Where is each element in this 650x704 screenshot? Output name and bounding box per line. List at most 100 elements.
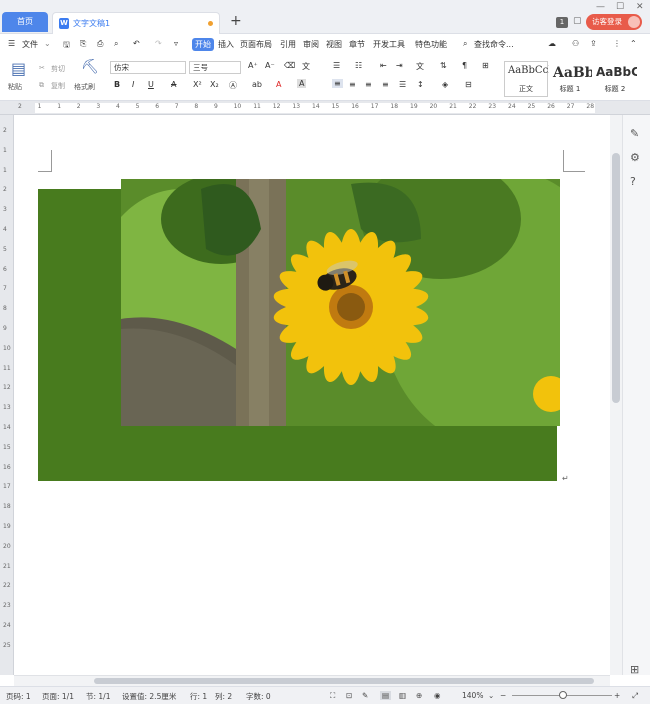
- italic-icon[interactable]: I: [132, 80, 134, 89]
- share-icon[interactable]: ⇪: [590, 39, 597, 48]
- menu-insert[interactable]: 插入: [218, 39, 234, 50]
- shrink-font-icon[interactable]: A⁻: [265, 61, 275, 70]
- char-shading-icon[interactable]: A: [297, 79, 307, 88]
- chevron-down-icon[interactable]: ⌄: [44, 39, 51, 48]
- menu-start[interactable]: 开始: [192, 38, 214, 51]
- more-options-icon[interactable]: ⋮: [613, 39, 621, 48]
- search-icon[interactable]: ⌕: [463, 39, 467, 49]
- undo-icon[interactable]: ↶: [133, 39, 140, 48]
- style-heading1[interactable]: AaBb 标题 1: [549, 61, 595, 97]
- page-view-icon[interactable]: ▤: [380, 691, 392, 700]
- font-name-select[interactable]: 仿宋: [110, 61, 186, 74]
- fullscreen-icon[interactable]: ⛶: [330, 691, 335, 701]
- decrease-indent-icon[interactable]: ⇤: [380, 61, 387, 70]
- redo-icon[interactable]: ↷: [155, 39, 162, 48]
- status-col[interactable]: 列: 2: [215, 691, 232, 702]
- table-icon[interactable]: ⊞: [482, 61, 489, 70]
- close-icon[interactable]: ✕: [636, 2, 644, 12]
- preview-icon[interactable]: ⌕: [114, 39, 118, 49]
- strikethrough-icon[interactable]: A: [171, 80, 176, 89]
- align-center-icon[interactable]: ≡: [349, 80, 356, 89]
- scissors-icon[interactable]: ✂: [39, 64, 45, 72]
- eye-icon[interactable]: ◉: [434, 691, 441, 700]
- align-right-icon[interactable]: ≡: [365, 80, 372, 89]
- increase-indent-icon[interactable]: ⇥: [396, 61, 403, 70]
- borders-icon[interactable]: ⊟: [465, 80, 472, 89]
- menu-chapter[interactable]: 章节: [349, 39, 365, 50]
- vertical-scroll-thumb[interactable]: [612, 153, 620, 403]
- paste-button[interactable]: 粘贴: [8, 82, 22, 92]
- fit-page-icon[interactable]: ⤢: [632, 691, 638, 701]
- status-page-number[interactable]: 页码: 1: [6, 691, 31, 702]
- pen-mode-icon[interactable]: ✎: [362, 691, 368, 700]
- font-size-select[interactable]: 三号: [189, 61, 241, 74]
- status-row[interactable]: 行: 1: [190, 691, 207, 702]
- pen-icon[interactable]: ✎: [630, 127, 639, 140]
- globe-icon[interactable]: ⊕: [416, 691, 422, 700]
- collapse-ribbon-icon[interactable]: ⌃: [630, 39, 637, 48]
- shading-icon[interactable]: ◈: [442, 80, 448, 89]
- vertical-ruler[interactable]: 2 1 1 2 3 4 5 6 7 8 9 10 11 12 13 14 15 16 17 18 19 20 21 22 23 2…: [0, 115, 14, 675]
- more-icon[interactable]: ▿: [174, 39, 178, 48]
- menu-page-layout[interactable]: 页面布局: [240, 39, 272, 50]
- horizontal-scroll-thumb[interactable]: [94, 678, 594, 684]
- copy-icon[interactable]: ⧉: [39, 81, 44, 90]
- bold-icon[interactable]: B: [114, 80, 120, 89]
- menu-view[interactable]: 视图: [326, 39, 342, 50]
- new-tab-icon[interactable]: +: [230, 13, 242, 29]
- style-normal[interactable]: AaBbCcDd 正文: [504, 61, 563, 97]
- font-color-icon[interactable]: A: [276, 80, 281, 89]
- grow-font-icon[interactable]: A⁺: [248, 61, 258, 70]
- export-icon[interactable]: ⎘: [80, 39, 86, 49]
- tab-document[interactable]: W 文字文稿1: [52, 12, 220, 34]
- web-view-icon[interactable]: ▥: [399, 691, 406, 700]
- show-marks-icon[interactable]: ¶: [462, 61, 467, 70]
- status-setting[interactable]: 设置值: 2.5厘米: [122, 691, 176, 702]
- cut-button[interactable]: 剪切: [51, 64, 65, 74]
- menu-special[interactable]: 特色功能: [415, 39, 447, 50]
- underline-icon[interactable]: U: [148, 80, 154, 89]
- menu-references[interactable]: 引用: [280, 39, 296, 50]
- zoom-dropdown-icon[interactable]: ⌄: [488, 691, 494, 700]
- flower-photo[interactable]: [121, 179, 560, 426]
- menu-review[interactable]: 审阅: [303, 39, 319, 50]
- numbered-list-icon[interactable]: ☷: [355, 61, 362, 70]
- layout-icon[interactable]: ▢: [573, 16, 582, 26]
- pinyin-icon[interactable]: 文: [302, 61, 310, 72]
- copy-button[interactable]: 复制: [51, 81, 65, 91]
- command-search[interactable]: 查找命令...: [474, 39, 514, 50]
- sort-icon[interactable]: ⇅: [440, 61, 447, 70]
- menu-developer[interactable]: 开发工具: [373, 39, 405, 50]
- horizontal-scrollbar[interactable]: [14, 675, 610, 686]
- zoom-out-icon[interactable]: −: [500, 691, 506, 700]
- asian-layout-icon[interactable]: 文: [416, 61, 424, 72]
- grid-apps-icon[interactable]: ⊞: [630, 663, 639, 676]
- page-count-badge[interactable]: 1: [556, 17, 568, 28]
- vertical-scrollbar[interactable]: [610, 115, 622, 675]
- maximize-icon[interactable]: ☐: [616, 2, 624, 12]
- zoom-slider-thumb[interactable]: [559, 691, 567, 699]
- hamburger-icon[interactable]: ☰: [8, 39, 15, 48]
- focus-icon[interactable]: ⊡: [346, 691, 352, 700]
- highlight-icon[interactable]: ab: [252, 80, 262, 89]
- distributed-icon[interactable]: ☰: [399, 80, 406, 89]
- tab-home[interactable]: 首页: [2, 12, 48, 32]
- horizontal-ruler[interactable]: 2 1 1 2 3 4 5 6 7 8 9 10 11 12 13 14 15 16 17 18 19 20 21 22 23 2…: [0, 101, 650, 115]
- status-section[interactable]: 节: 1/1: [86, 691, 110, 702]
- status-pages[interactable]: 页面: 1/1: [42, 691, 74, 702]
- format-painter-icon[interactable]: ⛏: [81, 59, 99, 75]
- save-icon[interactable]: 🖫: [63, 39, 70, 53]
- format-painter-button[interactable]: 格式刷: [74, 82, 95, 92]
- settings-sliders-icon[interactable]: ⚙: [630, 151, 640, 164]
- bullet-list-icon[interactable]: ☰: [333, 61, 340, 70]
- cloud-icon[interactable]: ☁: [548, 39, 556, 48]
- subscript-icon[interactable]: X₂: [210, 80, 219, 89]
- status-word-count[interactable]: 字数: 0: [246, 691, 271, 702]
- login-button[interactable]: 访客登录: [586, 14, 642, 30]
- print-icon[interactable]: ⎙: [97, 39, 103, 49]
- align-left-icon[interactable]: ≡: [332, 79, 343, 88]
- zoom-level[interactable]: 140%: [462, 691, 483, 700]
- superscript-icon[interactable]: X²: [193, 80, 202, 89]
- text-effect-icon[interactable]: Ⓐ: [229, 80, 237, 91]
- clipboard-icon[interactable]: ▤: [11, 59, 26, 78]
